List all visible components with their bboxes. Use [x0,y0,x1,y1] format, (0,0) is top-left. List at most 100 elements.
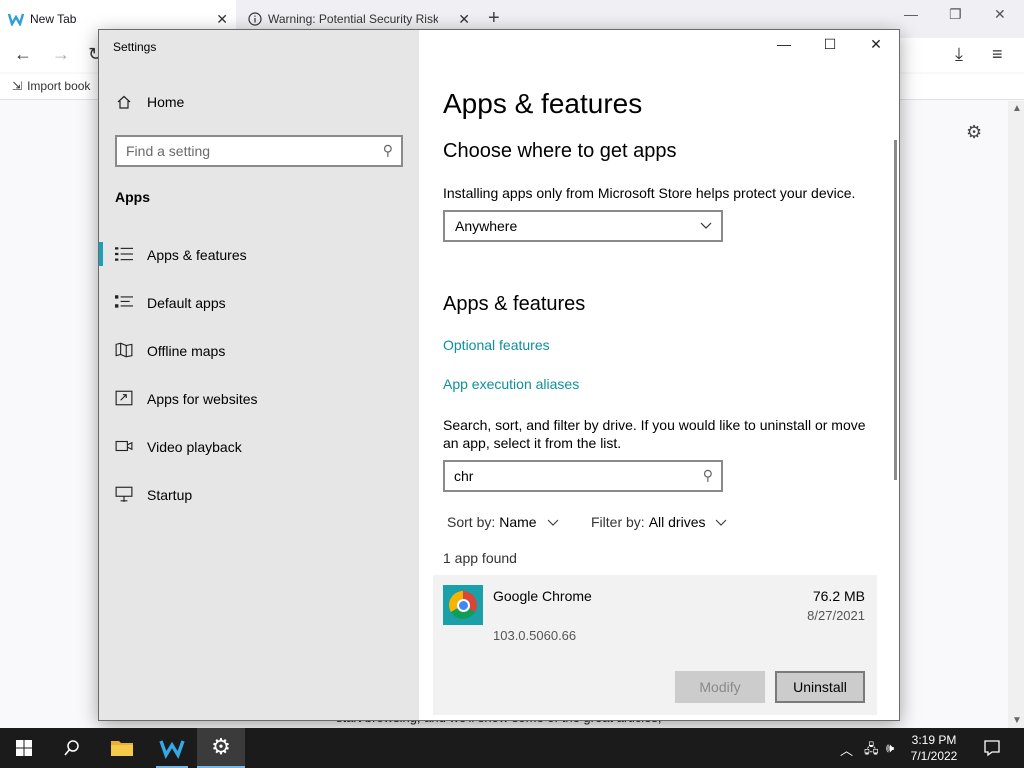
sidebar-item-default-apps[interactable]: Default apps [99,278,419,326]
notification-icon [984,740,1000,757]
gear-icon[interactable]: ⚙ [966,122,982,143]
scroll-up-icon[interactable]: ▲ [1012,103,1022,114]
search-icon[interactable]: ⚲ [703,467,713,484]
chevron-up-icon[interactable]: ︿ [840,740,853,759]
search-icon[interactable]: ⚲ [383,142,393,159]
filter-value: All drives [648,514,706,530]
sidebar-item-apps-features[interactable]: Apps & features [99,230,419,278]
find-setting-search[interactable]: ⚲ [115,135,403,167]
maximize-icon[interactable]: ☐ [807,36,853,60]
close-tab-icon[interactable]: ✕ [216,11,228,28]
link-window-icon [115,390,133,406]
search-icon [64,740,79,756]
uninstall-button[interactable]: Uninstall [775,671,865,703]
home-nav-item[interactable]: Home [115,94,184,110]
sidebar-item-offline-maps[interactable]: Offline maps [99,326,419,374]
page-title: Apps & features [443,88,643,119]
close-icon[interactable]: ✕ [853,36,899,60]
sidebar-item-video-playback[interactable]: Video playback [99,422,419,470]
window-title: Settings [113,40,157,54]
windows-icon [16,740,32,756]
tab-title: New Tab [30,12,77,26]
back-arrow-icon[interactable]: ← [14,44,32,65]
sidebar-item-startup[interactable]: Startup [99,470,419,518]
chevron-down-icon [716,519,727,526]
folder-icon [111,741,133,756]
sidebar-item-label: Apps & features [147,247,247,263]
choose-apps-description: Installing apps only from Microsoft Stor… [443,185,856,201]
main-scrollbar[interactable] [894,140,897,480]
filter-label: Filter by: [591,514,645,530]
close-tab-icon[interactable]: ✕ [458,11,470,28]
file-explorer-button[interactable] [98,728,146,768]
app-list-item[interactable]: Google Chrome 76.2 MB 8/27/2021 103.0.50… [433,575,877,715]
search-taskbar-button[interactable] [48,728,96,768]
list-icon [115,247,133,261]
sort-label: Sort by: [447,514,496,530]
find-setting-input[interactable] [117,137,367,165]
notifications-button[interactable] [968,728,1016,768]
choose-apps-heading: Choose where to get apps [443,140,677,162]
info-icon [248,12,262,26]
settings-main: — ☐ ✕ Apps & features Choose where to ge… [419,30,899,720]
browser-logo-icon [159,740,185,759]
sidebar-item-apps-for-websites[interactable]: Apps for websites [99,374,419,422]
start-button[interactable] [0,728,48,768]
minimize-icon[interactable]: — [761,36,807,60]
optional-features-link[interactable]: Optional features [443,337,550,353]
sort-by-dropdown[interactable]: Sort by: Name [447,514,559,530]
scroll-down-icon[interactable]: ▼ [1012,715,1022,726]
settings-taskbar-button[interactable]: ⚙ [197,728,245,768]
restore-icon[interactable]: ❐ [949,6,962,23]
home-icon [117,95,131,109]
minimize-icon[interactable]: — [904,6,918,22]
taskbar: ⚙ ︿ 🖧 🕪 3:19 PM 7/1/2022 [0,728,1024,768]
gear-icon: ⚙ [211,734,231,759]
app-execution-aliases-link[interactable]: App execution aliases [443,376,579,392]
app-version: 103.0.5060.66 [493,628,577,643]
page-scrollbar[interactable]: ▲ ▼ [1008,101,1024,728]
app-name: Google Chrome [493,588,592,604]
app-install-date: 8/27/2021 [807,608,865,623]
app-source-value: Anywhere [455,218,518,234]
chevron-down-icon [547,519,559,526]
network-icon[interactable]: 🖧 [864,740,879,762]
video-icon [115,440,133,452]
new-tab-plus-icon[interactable]: + [488,8,500,28]
results-count: 1 app found [443,550,517,566]
home-label: Home [147,94,185,110]
sidebar-item-label: Default apps [147,295,226,311]
settings-window: Settings Home ⚲ Apps Apps & features Def… [98,29,900,721]
app-search-input[interactable] [445,462,685,490]
tab-title: Warning: Potential Security Risk Ah [268,12,438,26]
settings-sidebar: Settings Home ⚲ Apps Apps & features Def… [99,30,419,720]
import-icon: ⇲ [12,79,23,93]
app-size: 76.2 MB [812,588,865,604]
browser-logo-icon [8,13,24,26]
app-search-box[interactable]: ⚲ [443,460,723,492]
system-clock[interactable]: 3:19 PM 7/1/2022 [904,732,964,764]
browser-taskbar-button[interactable] [148,728,196,768]
forward-arrow-icon[interactable]: → [52,44,70,65]
volume-icon[interactable]: 🕪 [886,740,894,756]
section-heading: Apps [115,189,150,205]
import-bookmarks-label: Import book [27,79,91,93]
app-source-dropdown[interactable]: Anywhere [443,210,723,242]
startup-icon [115,486,133,502]
chevron-down-icon [700,222,712,229]
sidebar-item-label: Offline maps [147,343,226,359]
sidebar-item-label: Video playback [147,439,242,455]
modify-button[interactable]: Modify [675,671,765,703]
search-description: Search, sort, and filter by drive. If yo… [443,417,866,451]
sidebar-item-label: Startup [147,487,193,503]
sidebar-nav: Apps & features Default apps Offline map… [99,230,419,518]
download-icon[interactable]: ⤓ [955,44,963,65]
default-apps-icon [115,295,133,308]
menu-icon[interactable]: ≡ [992,44,1003,65]
sort-value: Name [499,514,537,530]
filter-by-dropdown[interactable]: Filter by: All drives [591,514,727,530]
map-icon [115,342,133,358]
sidebar-item-label: Apps for websites [147,391,258,407]
close-icon[interactable]: ✕ [994,6,1006,23]
import-bookmarks-link[interactable]: ⇲ Import book [12,79,90,93]
